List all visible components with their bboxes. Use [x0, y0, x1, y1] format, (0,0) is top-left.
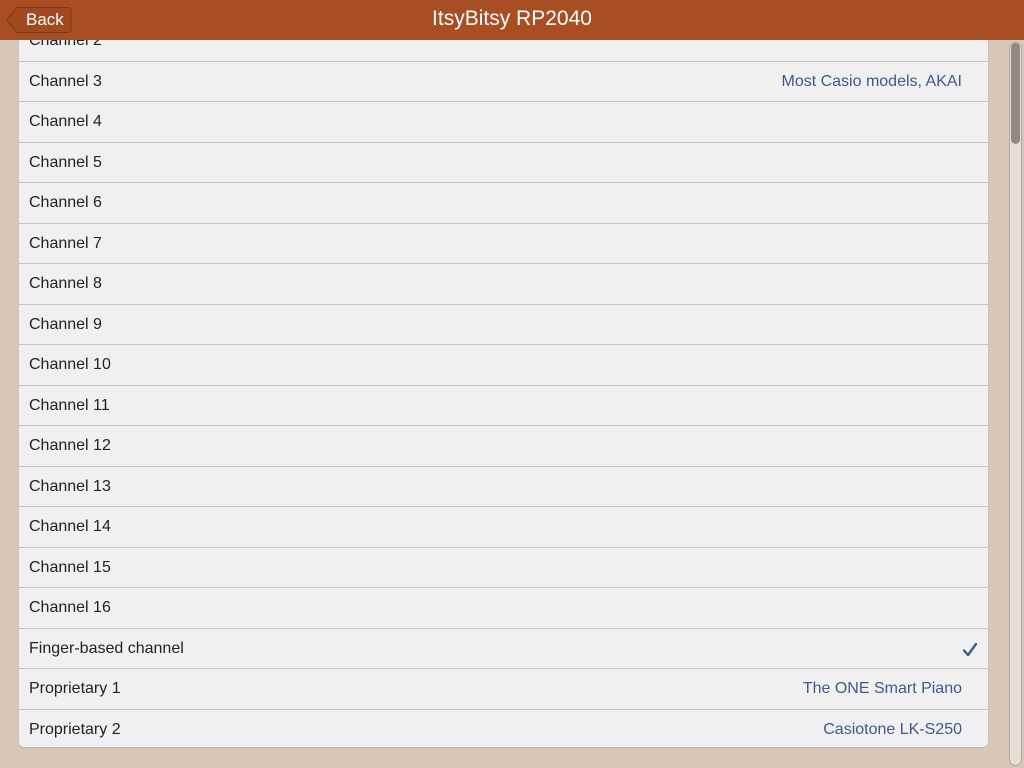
row-label: Channel 10	[29, 356, 111, 373]
table-row[interactable]: Channel 12	[19, 426, 988, 467]
checkmark-icon	[962, 642, 978, 656]
row-detail: The ONE Smart Piano	[802, 680, 962, 697]
table-row[interactable]: Channel 16	[19, 588, 988, 629]
row-label: Channel 5	[29, 153, 102, 171]
table-row[interactable]: Channel 6	[19, 183, 988, 224]
row-label: Proprietary 1	[29, 680, 121, 697]
table-row[interactable]: Channel 2	[19, 40, 988, 62]
row-label: Channel 8	[29, 275, 102, 292]
row-label: Channel 7	[29, 234, 102, 252]
table-row[interactable]: Channel 9	[19, 305, 988, 345]
row-label: Channel 16	[29, 599, 111, 616]
row-label: Proprietary 2	[29, 720, 121, 738]
channel-list: Channel 2 Channel 3 Most Casio models, AKA…	[19, 40, 988, 748]
channel-table: Channel 2 Channel 3 Most Casio models, AKA…	[18, 40, 989, 748]
table-row[interactable]: Proprietary 2 Casiotone LK-S250	[19, 710, 988, 748]
navigation-bar: Back ItsyBitsy RP2040	[0, 0, 1024, 40]
table-row[interactable]: Channel 3 Most Casio models, AKAI	[19, 62, 988, 102]
row-label: Channel 15	[29, 558, 111, 576]
table-row[interactable]: Channel 11	[19, 386, 988, 426]
table-row[interactable]: Channel 5	[19, 143, 988, 183]
table-row[interactable]: Proprietary 1 The ONE Smart Piano	[19, 669, 988, 710]
table-row[interactable]: Channel 8	[19, 264, 988, 305]
table-row[interactable]: Channel 15	[19, 548, 988, 588]
row-label: Channel 3	[29, 72, 102, 90]
page-title: ItsyBitsy RP2040	[432, 7, 592, 30]
scrollbar-thumb[interactable]	[1011, 43, 1020, 144]
table-row[interactable]: Channel 4	[19, 102, 988, 143]
table-row[interactable]: Channel 10	[19, 345, 988, 386]
row-label: Finger-based channel	[29, 639, 184, 657]
row-label: Channel 14	[29, 518, 111, 535]
row-label: Channel 9	[29, 315, 102, 333]
row-label: Channel 6	[29, 194, 102, 211]
app-window: Back ItsyBitsy RP2040 Channel 2 Channel 3…	[0, 0, 1024, 768]
row-label: Channel 11	[29, 396, 110, 414]
table-row[interactable]: Channel 14	[19, 507, 988, 548]
row-detail: Casiotone LK-S250	[823, 720, 962, 738]
row-detail: Most Casio models, AKAI	[781, 72, 962, 90]
row-label: Channel 12	[29, 437, 111, 454]
scrollbar[interactable]	[1009, 42, 1022, 766]
row-label: Channel 13	[29, 477, 111, 495]
table-row[interactable]: Channel 13	[19, 467, 988, 507]
row-label: Channel 4	[29, 113, 102, 130]
table-row[interactable]: Channel 7	[19, 224, 988, 264]
table-row[interactable]: Finger-based channel	[19, 629, 988, 669]
row-label: Channel 2	[29, 40, 102, 49]
